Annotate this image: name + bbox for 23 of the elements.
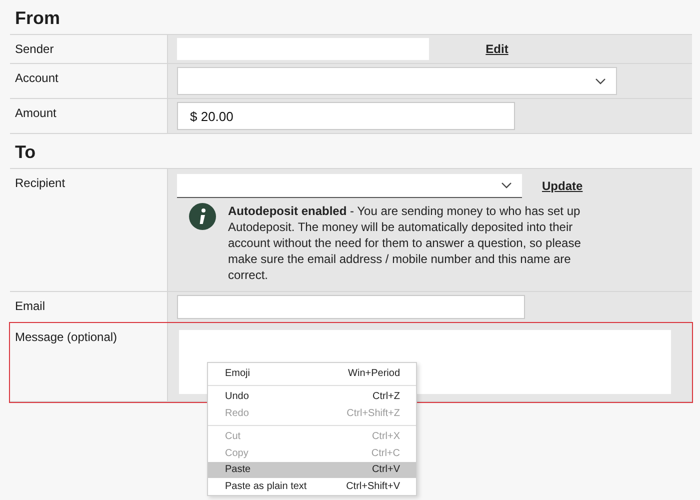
chevron-down-icon: [501, 182, 512, 189]
update-link[interactable]: Update: [542, 179, 583, 193]
recipient-dropdown[interactable]: [177, 174, 522, 198]
info-icon: [189, 203, 216, 230]
menu-item[interactable]: Paste Ctrl+V: [208, 462, 416, 478]
edit-link[interactable]: Edit: [486, 42, 508, 56]
field-label: Account: [14, 70, 60, 87]
account-dropdown[interactable]: [177, 67, 617, 95]
field-label: Sender: [14, 41, 55, 58]
section-heading: From: [14, 7, 61, 30]
menu-item[interactable]: Undo Ctrl+Z: [208, 388, 416, 405]
chevron-down-icon: [595, 78, 606, 84]
field-label: Amount: [14, 105, 58, 122]
email-field[interactable]: [177, 295, 525, 319]
sender-field[interactable]: [177, 38, 429, 60]
field-label: Message (optional): [14, 329, 118, 346]
menu-item[interactable]: Emoji Win+Period: [208, 365, 416, 382]
autodeposit-notice: Autodeposit enabled - You are sending money to who has set up Autodeposit. The money will be automatically deposited into their account without the need for them to answer a question, so please make sure the email address / mobile number and this name are correct.: [228, 203, 582, 283]
section-heading: To: [14, 141, 37, 164]
amount-field[interactable]: $ 20.00: [177, 102, 515, 130]
field-label: Email: [14, 298, 46, 315]
field-label: Recipient: [14, 175, 66, 192]
menu-item[interactable]: Paste as plain text Ctrl+Shift+V: [208, 478, 416, 494]
